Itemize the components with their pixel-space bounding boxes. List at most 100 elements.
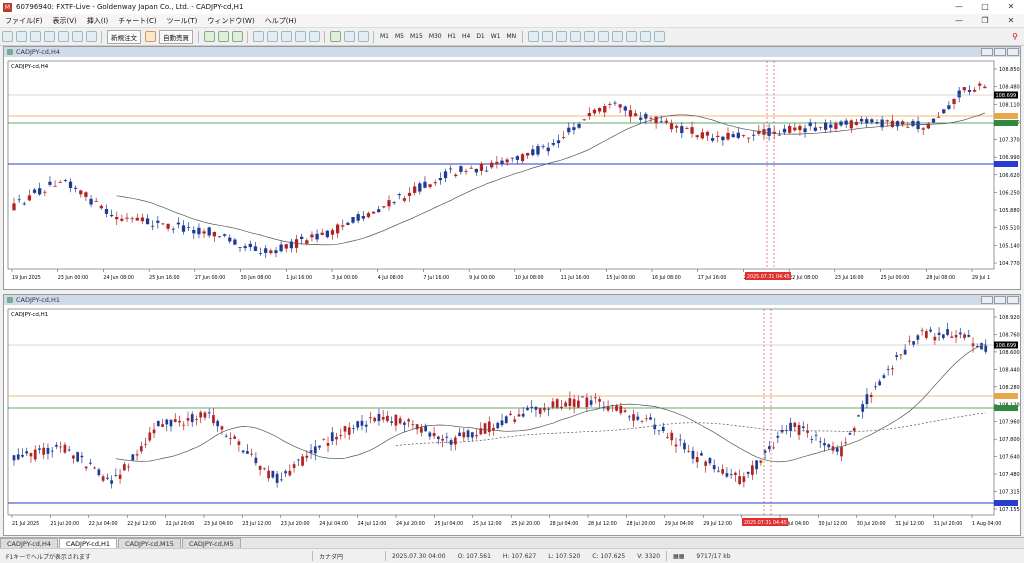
candlestick-icon[interactable]	[217, 31, 229, 42]
time-label: 23 Jul 12:00	[242, 521, 271, 527]
candle-body	[318, 445, 321, 448]
chart-close-button[interactable]	[1007, 48, 1019, 56]
candle-body	[849, 120, 853, 129]
timeframe-m30[interactable]: M30	[426, 32, 445, 41]
candle-body	[330, 432, 334, 442]
chart-maximize-button[interactable]	[994, 296, 1006, 304]
candle-body	[901, 121, 905, 125]
timeframe-d1[interactable]: D1	[473, 32, 487, 41]
fibonacci-icon[interactable]	[611, 31, 623, 42]
crosshair-icon[interactable]	[541, 31, 553, 42]
new-chart-icon[interactable]	[1, 31, 13, 42]
candle-body	[912, 341, 915, 345]
close-button[interactable]: ✕	[998, 0, 1024, 14]
vertical-line-icon[interactable]	[555, 31, 567, 42]
candle-body	[521, 413, 525, 417]
maximize-button[interactable]: □	[972, 0, 998, 14]
chart-maximize-button[interactable]	[994, 48, 1006, 56]
timeframe-h1[interactable]: H1	[445, 32, 459, 41]
candle-body	[48, 181, 52, 185]
candle-body	[581, 396, 584, 398]
timeframe-m1[interactable]: M1	[377, 32, 392, 41]
search-icon[interactable]: ⚲	[1012, 32, 1018, 41]
menu-chart[interactable]: チャート(C)	[113, 16, 161, 26]
line-chart-icon[interactable]	[231, 31, 243, 42]
terminal-icon[interactable]	[71, 31, 83, 42]
timeframe-mn[interactable]: MN	[504, 32, 520, 41]
chart-minimize-button[interactable]	[981, 296, 993, 304]
candle-body	[916, 121, 920, 130]
bar-chart-icon[interactable]	[203, 31, 215, 42]
autoscroll-icon[interactable]	[294, 31, 306, 42]
candle-body	[190, 414, 194, 423]
candle-body	[84, 466, 88, 469]
candle-body	[466, 430, 470, 438]
horizontal-line-icon[interactable]	[569, 31, 581, 42]
metaeditor-icon[interactable]	[144, 31, 156, 42]
chart-close-button[interactable]	[1007, 296, 1019, 304]
data-window-icon[interactable]	[43, 31, 55, 42]
chart-shift-icon[interactable]	[308, 31, 320, 42]
price-label: 106.250	[999, 190, 1020, 196]
menu-tools[interactable]: ツール(T)	[162, 16, 203, 26]
menu-insert[interactable]: 挿入(I)	[82, 16, 114, 26]
chart-minimize-button[interactable]	[981, 48, 993, 56]
candle-body	[161, 223, 165, 225]
candle-body	[793, 127, 797, 131]
resistance-line-tag	[994, 113, 1018, 119]
candle-body	[135, 454, 139, 456]
cursor-icon[interactable]	[527, 31, 539, 42]
trendline-icon[interactable]	[583, 31, 595, 42]
zoom-out-icon[interactable]	[266, 31, 278, 42]
timeframe-m15[interactable]: M15	[407, 32, 426, 41]
zoom-in-icon[interactable]	[252, 31, 264, 42]
candle-body	[746, 137, 751, 139]
resistance-line-tag	[994, 393, 1018, 399]
chart-window-h4[interactable]: CADJPY-cd,H4 CADJPY-cd,H4 108.850 108.480 1…	[3, 46, 1021, 290]
timeframe-w1[interactable]: W1	[488, 32, 504, 41]
tile-windows-icon[interactable]	[280, 31, 292, 42]
candle-body	[742, 476, 746, 482]
indicators-icon[interactable]	[329, 31, 341, 42]
candle-body	[459, 166, 463, 172]
minimize-button[interactable]: —	[946, 0, 972, 14]
templates-icon[interactable]	[357, 31, 369, 42]
candle-body	[387, 200, 391, 207]
candle-body	[963, 334, 966, 338]
auto-trade-button[interactable]: 自動売買	[159, 29, 193, 44]
menu-file[interactable]: ファイル(F)	[0, 16, 48, 26]
candle-body	[59, 446, 63, 448]
candle-body	[361, 215, 365, 219]
timeframe-h4[interactable]: H4	[459, 32, 473, 41]
candle-body	[394, 414, 398, 426]
timeframe-m5[interactable]: M5	[392, 32, 407, 41]
candle-body	[950, 336, 954, 338]
chart-window-h1[interactable]: CADJPY-cd,H1 CADJPY-cd,H1 108.920 108.760 1…	[3, 294, 1021, 536]
time-label: 28 Jul 04:00	[550, 521, 579, 527]
candle-body	[411, 424, 415, 425]
candle-body	[199, 412, 203, 418]
periods-icon[interactable]	[343, 31, 355, 42]
text-icon[interactable]	[625, 31, 637, 42]
channel-icon[interactable]	[597, 31, 609, 42]
menu-help[interactable]: ヘルプ(H)	[260, 16, 302, 26]
child-minimize-button[interactable]: —	[946, 14, 972, 28]
child-restore-button[interactable]: ❐	[972, 14, 998, 28]
menu-window[interactable]: ウィンドウ(W)	[202, 16, 259, 26]
toolbar-separator	[198, 30, 199, 43]
candle-body	[899, 354, 903, 356]
new-order-button[interactable]: 新規注文	[107, 29, 141, 44]
candle-body	[55, 444, 58, 447]
arrows-icon[interactable]	[653, 31, 665, 42]
price-chart-h4[interactable]: CADJPY-cd,H4108.850108.480108.110107.740…	[4, 57, 1020, 289]
market-watch-icon[interactable]	[29, 31, 41, 42]
child-close-button[interactable]: ✕	[998, 14, 1024, 28]
candle-body	[305, 455, 309, 458]
menu-view[interactable]: 表示(V)	[48, 16, 82, 26]
price-chart-h1[interactable]: CADJPY-cd,H1 108.920 108.760 108.600 108.440…	[4, 305, 1020, 535]
profiles-icon[interactable]	[15, 31, 27, 42]
strategy-tester-icon[interactable]	[85, 31, 97, 42]
candle-body	[110, 480, 113, 484]
navigator-icon[interactable]	[57, 31, 69, 42]
label-icon[interactable]	[639, 31, 651, 42]
